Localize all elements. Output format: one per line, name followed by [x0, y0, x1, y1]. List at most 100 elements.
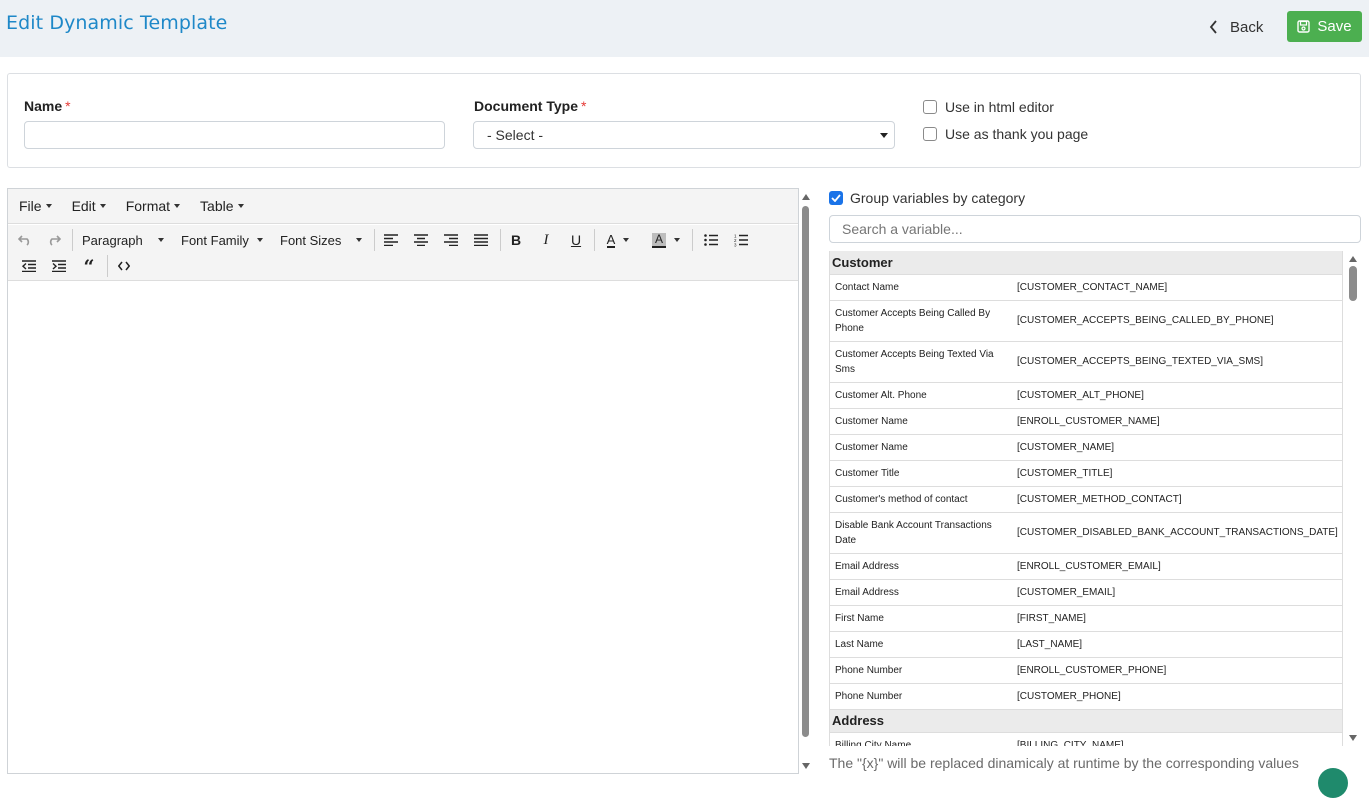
- italic-button[interactable]: I: [535, 229, 557, 251]
- variable-row[interactable]: Billing City Name [BILLING_CITY_NAME]: [830, 732, 1342, 746]
- name-input[interactable]: [24, 121, 445, 149]
- variable-row[interactable]: Customer Alt. Phone [CUSTOMER_ALT_PHONE]: [830, 382, 1342, 409]
- variable-row[interactable]: Email Address [CUSTOMER_EMAIL]: [830, 579, 1342, 606]
- variable-row[interactable]: Contact Name [CUSTOMER_CONTACT_NAME]: [830, 274, 1342, 301]
- variable-label: Customer Accepts Being Called By Phone: [830, 300, 1012, 342]
- variable-label: Phone Number: [830, 683, 1012, 710]
- variable-label: Phone Number: [830, 657, 1012, 684]
- variable-row[interactable]: First Name [FIRST_NAME]: [830, 605, 1342, 632]
- group-by-category-label: Group variables by category: [850, 190, 1026, 206]
- font-family-dropdown[interactable]: Font Family: [179, 229, 265, 251]
- font-sizes-label: Font Sizes: [280, 232, 342, 248]
- save-button[interactable]: Save: [1287, 11, 1362, 42]
- menu-table-label: Table: [200, 198, 234, 214]
- variable-token: [ENROLL_CUSTOMER_EMAIL]: [1012, 553, 1342, 580]
- blockquote-button[interactable]: “: [78, 255, 100, 277]
- align-center-button[interactable]: [410, 229, 432, 251]
- align-left-icon: [384, 234, 398, 246]
- code-icon: [118, 261, 130, 271]
- numbered-list-icon: 123: [734, 234, 748, 247]
- group-by-category-checkbox[interactable]: [829, 191, 843, 205]
- scroll-up-arrow-icon[interactable]: [802, 194, 810, 200]
- variable-token: [ENROLL_CUSTOMER_NAME]: [1012, 408, 1342, 435]
- use-in-html-editor-checkbox[interactable]: [923, 100, 937, 114]
- variable-row[interactable]: Customer Name [ENROLL_CUSTOMER_NAME]: [830, 408, 1342, 435]
- caret-down-icon: [257, 238, 263, 242]
- caret-down-icon: [174, 204, 181, 208]
- save-button-label: Save: [1317, 18, 1352, 35]
- background-color-icon: A: [651, 232, 666, 248]
- scroll-up-arrow-icon[interactable]: [1349, 256, 1357, 262]
- use-as-thank-you-checkbox[interactable]: [923, 127, 937, 141]
- chevron-left-icon: [1209, 20, 1217, 34]
- toolbar-separator: [72, 229, 73, 251]
- editor-content-area[interactable]: [8, 282, 798, 773]
- menu-file[interactable]: File: [19, 198, 52, 214]
- variable-label: Last Name: [830, 631, 1012, 658]
- underline-button[interactable]: U: [565, 229, 587, 251]
- variable-token: [CUSTOMER_ALT_PHONE]: [1012, 382, 1342, 409]
- rich-text-editor: File Edit Format Table Paragraph Font Fa…: [7, 188, 799, 774]
- variable-label: Billing City Name: [830, 732, 1012, 746]
- caret-down-icon: [45, 204, 52, 208]
- toolbar-separator: [500, 229, 501, 251]
- bold-button[interactable]: B: [505, 229, 527, 251]
- caret-down-icon: [623, 238, 630, 242]
- variable-row[interactable]: Customer Accepts Being Called By Phone [C…: [830, 300, 1342, 342]
- block-format-dropdown[interactable]: Paragraph: [80, 229, 166, 251]
- use-in-html-editor-option[interactable]: Use in html editor: [923, 99, 1054, 115]
- scroll-down-arrow-icon[interactable]: [802, 763, 810, 769]
- source-code-button[interactable]: [113, 255, 135, 277]
- menu-table[interactable]: Table: [200, 198, 244, 214]
- variable-row[interactable]: Disable Bank Account Transactions Date [C…: [830, 512, 1342, 554]
- document-type-select[interactable]: - Select -: [473, 121, 895, 149]
- variable-row[interactable]: Last Name [LAST_NAME]: [830, 631, 1342, 658]
- checkmark-icon: [831, 194, 841, 202]
- font-sizes-dropdown[interactable]: Font Sizes: [278, 229, 364, 251]
- redo-button[interactable]: [43, 229, 65, 251]
- back-button-label: Back: [1230, 18, 1264, 36]
- toolbar-separator: [107, 255, 108, 277]
- outdent-button[interactable]: [18, 255, 40, 277]
- template-properties-card: Name * Document Type * - Select - Use in h…: [7, 73, 1361, 168]
- group-by-category-option[interactable]: Group variables by category: [829, 190, 1025, 206]
- variable-search-input[interactable]: [829, 215, 1361, 243]
- undo-button[interactable]: [14, 229, 36, 251]
- variable-token: [CUSTOMER_PHONE]: [1012, 683, 1342, 710]
- align-justify-button[interactable]: [470, 229, 492, 251]
- variable-row[interactable]: Customer Accepts Being Texted Via Sms [CU…: [830, 341, 1342, 383]
- variable-label: Customer Alt. Phone: [830, 382, 1012, 409]
- variable-row[interactable]: Customer Title [CUSTOMER_TITLE]: [830, 460, 1342, 487]
- background-color-button[interactable]: A: [648, 229, 684, 251]
- text-color-button[interactable]: A: [600, 229, 636, 251]
- variable-label: Disable Bank Account Transactions Date: [830, 512, 1012, 554]
- indent-button[interactable]: [48, 255, 70, 277]
- numbered-list-button[interactable]: 123: [730, 229, 752, 251]
- variable-row[interactable]: Phone Number [CUSTOMER_PHONE]: [830, 683, 1342, 710]
- variable-label: Customer Name: [830, 434, 1012, 461]
- scrollbar-thumb[interactable]: [802, 206, 809, 737]
- category-row: Address: [830, 709, 1342, 733]
- back-button[interactable]: Back: [1208, 14, 1263, 40]
- use-as-thank-you-option[interactable]: Use as thank you page: [923, 126, 1088, 142]
- variable-token: [CUSTOMER_NAME]: [1012, 434, 1342, 461]
- use-as-thank-you-label: Use as thank you page: [945, 126, 1089, 142]
- outdent-icon: [22, 260, 36, 272]
- chat-widget-button[interactable]: [1318, 768, 1348, 798]
- scrollbar-thumb[interactable]: [1349, 266, 1357, 301]
- align-left-button[interactable]: [380, 229, 402, 251]
- align-right-button[interactable]: [440, 229, 462, 251]
- scroll-down-arrow-icon[interactable]: [1349, 735, 1357, 741]
- variable-row[interactable]: Email Address [ENROLL_CUSTOMER_EMAIL]: [830, 553, 1342, 580]
- variable-row[interactable]: Customer's method of contact [CUSTOMER_ME…: [830, 486, 1342, 513]
- toolbar-separator: [594, 229, 595, 251]
- name-label-text: Name: [24, 98, 63, 114]
- underline-icon: U: [570, 232, 582, 248]
- menu-format[interactable]: Format: [126, 198, 181, 214]
- editor-scrollbar[interactable]: [801, 188, 811, 774]
- bullet-list-button[interactable]: [700, 229, 722, 251]
- variable-row[interactable]: Customer Name [CUSTOMER_NAME]: [830, 434, 1342, 461]
- variable-row[interactable]: Phone Number [ENROLL_CUSTOMER_PHONE]: [830, 657, 1342, 684]
- variables-scrollbar[interactable]: [1347, 251, 1359, 746]
- menu-edit[interactable]: Edit: [72, 198, 106, 214]
